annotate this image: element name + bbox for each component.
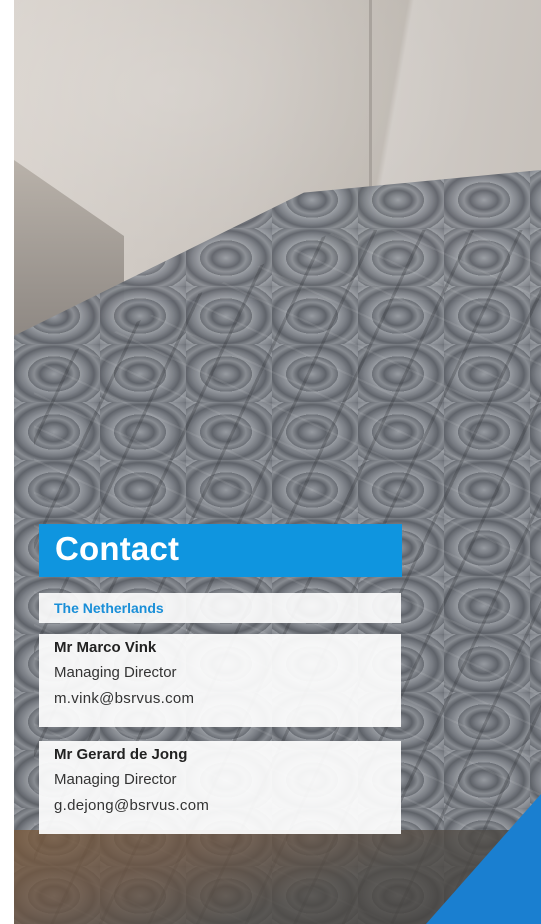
contact-role: Managing Director — [54, 664, 177, 681]
contact-role: Managing Director — [54, 771, 177, 788]
contact-card: Mr Marco Vink Managing Director m.vink@b… — [39, 634, 401, 727]
contact-email-link[interactable]: m.vink@bsrvus.com — [54, 688, 194, 710]
page-title: Contact — [55, 530, 180, 567]
contact-email-link[interactable]: g.dejong@bsrvus.com — [54, 795, 209, 817]
wall-seam — [369, 0, 372, 200]
contact-card: Mr Gerard de Jong Managing Director g.de… — [39, 741, 401, 834]
contact-name: Mr Gerard de Jong — [54, 746, 188, 763]
country-label: The Netherlands — [54, 600, 164, 616]
contact-name: Mr Marco Vink — [54, 639, 157, 656]
